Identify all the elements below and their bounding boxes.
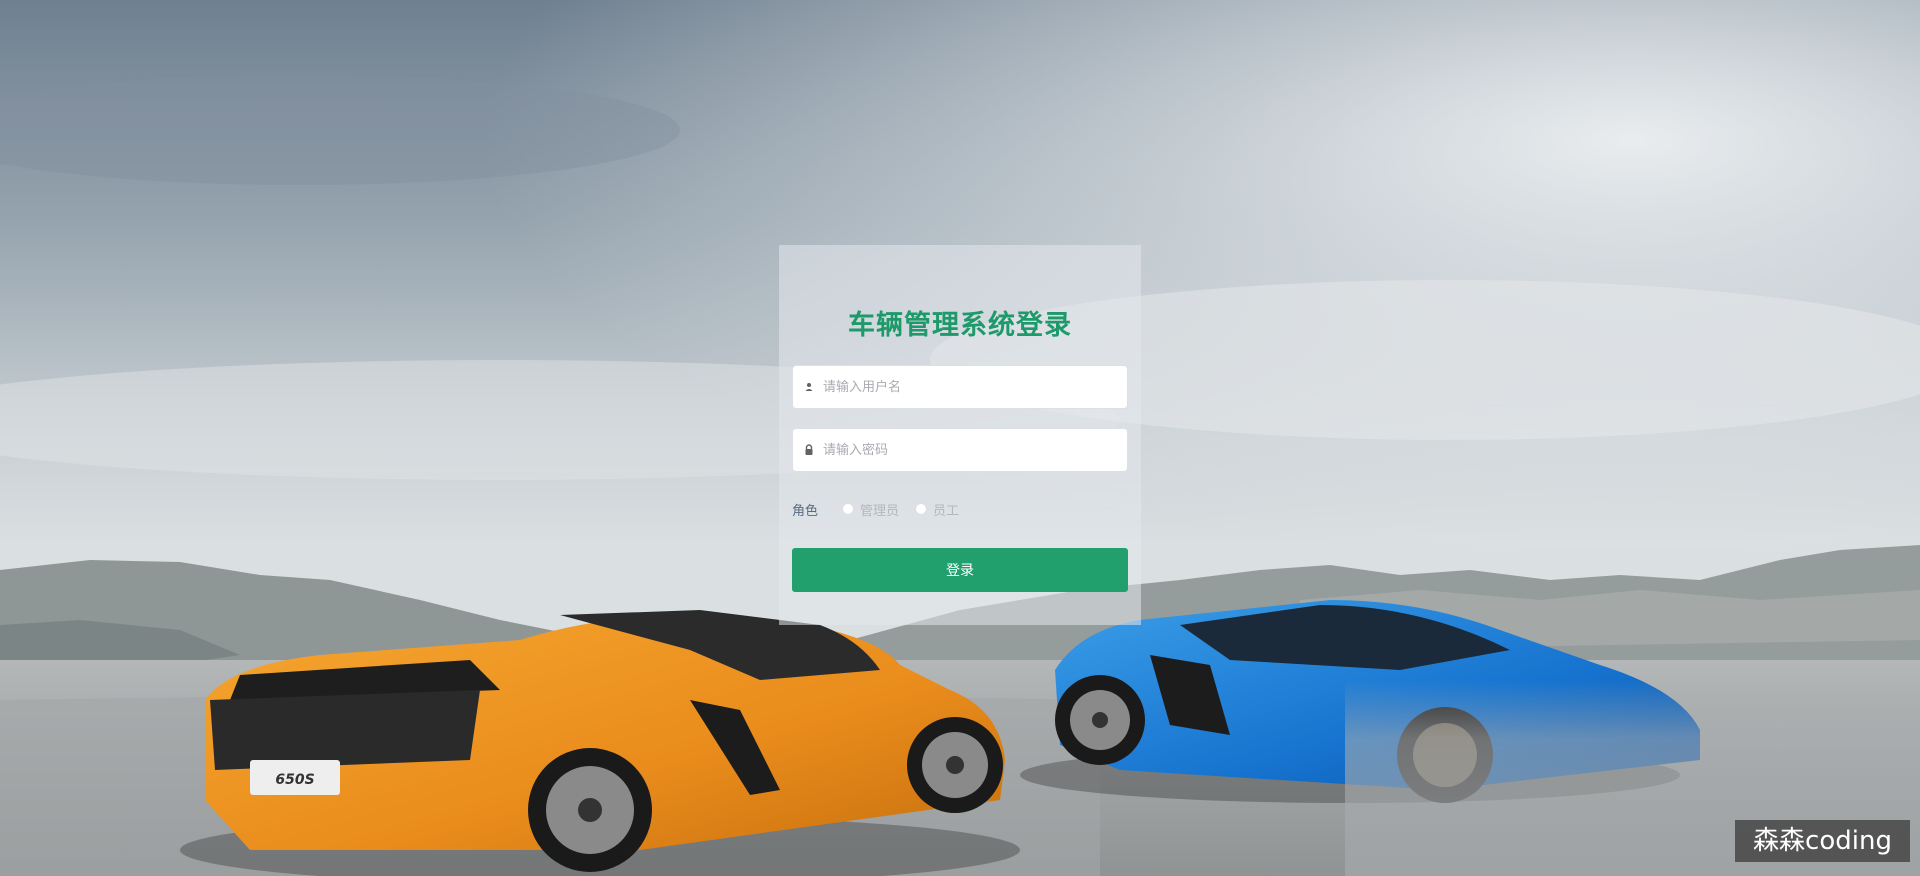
role-selector: 角色 管理员 员工 xyxy=(792,499,975,519)
role-radio-admin[interactable]: 管理员 xyxy=(842,500,899,519)
role-option-label: 管理员 xyxy=(860,503,900,519)
password-input[interactable] xyxy=(823,429,1119,471)
login-title: 车辆管理系统登录 xyxy=(848,310,1072,341)
username-input[interactable] xyxy=(823,366,1119,408)
password-field[interactable] xyxy=(792,428,1128,472)
radio-circle[interactable] xyxy=(842,503,854,515)
svg-text:650S: 650S xyxy=(275,772,314,788)
watermark: 森森coding xyxy=(1735,820,1910,862)
role-radio-staff[interactable]: 员工 xyxy=(915,500,959,519)
username-field[interactable] xyxy=(792,365,1128,409)
login-button[interactable]: 登录 xyxy=(792,548,1128,592)
login-page: 650S 车辆管理系统登录 请输入用户名 角色 管理员 员工 登录 森森codi… xyxy=(0,0,1920,876)
login-form-panel: 车辆管理系统登录 角色 管理员 员工 xyxy=(779,245,1141,625)
role-option-label: 员工 xyxy=(933,503,960,519)
lock-icon xyxy=(805,444,813,455)
role-label: 角色 xyxy=(792,503,819,519)
user-icon xyxy=(805,383,813,391)
radio-circle[interactable] xyxy=(915,503,928,515)
